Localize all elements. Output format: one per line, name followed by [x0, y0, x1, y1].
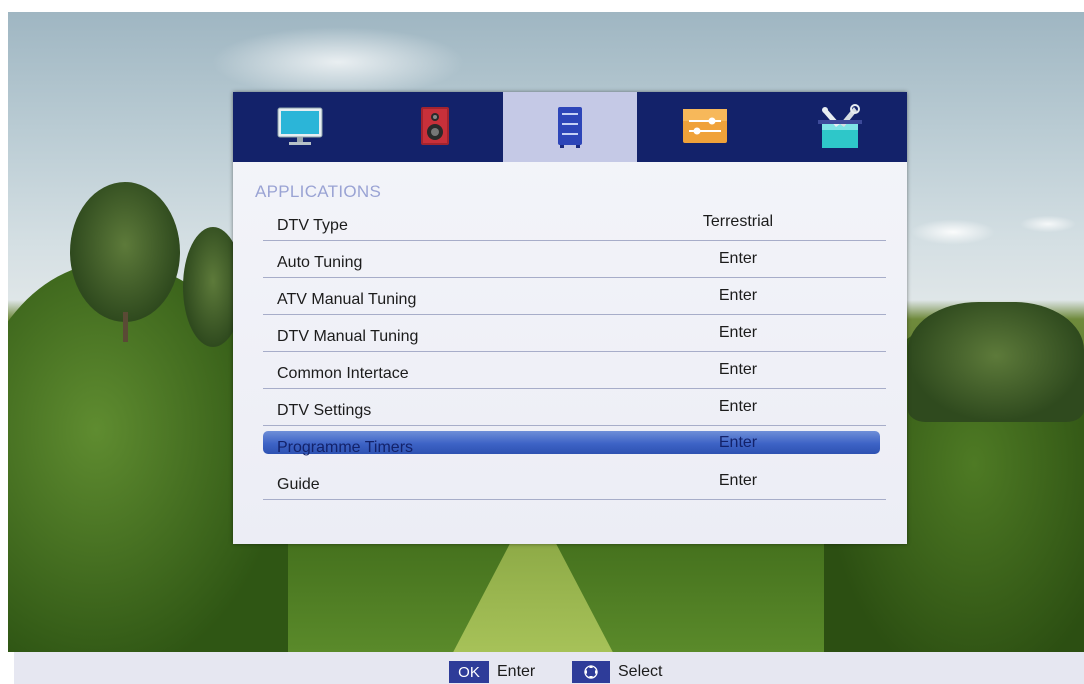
- tab-picture[interactable]: [233, 92, 368, 162]
- menu-tab-bar: [233, 92, 907, 162]
- menu-row-value: Enter: [718, 250, 758, 267]
- menu-row-value: Enter: [718, 472, 758, 489]
- menu-row-dtv-type[interactable]: DTV Type Terrestrial: [263, 204, 886, 241]
- menu-row-label: ATV Manual Tuning: [277, 291, 417, 308]
- menu-row-dtv-settings[interactable]: DTV Settings Enter: [263, 389, 886, 426]
- tv-icon: [277, 107, 323, 145]
- tree-left: [70, 182, 180, 322]
- menu-row-label: DTV Manual Tuning: [277, 328, 419, 345]
- tab-applications[interactable]: [502, 92, 638, 162]
- menu-row-value: Enter: [718, 434, 758, 451]
- menu-row-value: Terrestrial: [702, 213, 774, 230]
- speaker-icon: [421, 107, 450, 145]
- menu-list: DTV Type Terrestrial Auto Tuning Enter A…: [263, 204, 886, 500]
- menu-row-atv-manual-tuning[interactable]: ATV Manual Tuning Enter: [263, 278, 886, 315]
- applications-icon: [557, 107, 582, 148]
- key-hint-bar: OK Enter Select: [14, 652, 1084, 684]
- menu-row-label: Guide: [277, 476, 320, 493]
- tab-tools[interactable]: [772, 92, 907, 162]
- menu-row-label: DTV Settings: [277, 402, 372, 419]
- menu-row-dtv-manual-tuning[interactable]: DTV Manual Tuning Enter: [263, 315, 886, 352]
- ok-hint-label: Enter: [497, 663, 536, 680]
- tab-sound[interactable]: [368, 92, 503, 162]
- tab-settings[interactable]: [637, 92, 772, 162]
- tv-menu-panel: APPLICATIONS DTV Type Terrestrial Auto T…: [233, 92, 907, 544]
- menu-row-common-interface[interactable]: Common Intertace Enter: [263, 352, 886, 389]
- menu-row-value: Enter: [718, 287, 758, 304]
- tools-icon: [817, 104, 862, 148]
- ok-key-badge: OK: [449, 661, 489, 683]
- tree-left-trunk: [123, 312, 128, 342]
- menu-row-auto-tuning[interactable]: Auto Tuning Enter: [263, 241, 886, 278]
- menu-row-label: Programme Timers: [277, 439, 414, 456]
- menu-row-label: Common Intertace: [277, 365, 409, 382]
- section-title: APPLICATIONS: [255, 182, 382, 201]
- menu-row-label: Auto Tuning: [277, 254, 363, 271]
- menu-row-value: Enter: [718, 324, 758, 341]
- menu-row-value: Enter: [718, 361, 758, 378]
- menu-row-programme-timers[interactable]: Programme Timers Enter: [263, 426, 886, 463]
- menu-row-guide[interactable]: Guide Enter: [263, 463, 886, 500]
- tree-right: [908, 302, 1084, 422]
- arrows-icon: [572, 661, 610, 683]
- menu-row-value: Enter: [718, 398, 758, 415]
- menu-row-label: DTV Type: [277, 217, 348, 234]
- select-hint-label: Select: [618, 663, 663, 680]
- grass-path: [448, 532, 618, 652]
- settings-sliders-icon: [682, 109, 727, 143]
